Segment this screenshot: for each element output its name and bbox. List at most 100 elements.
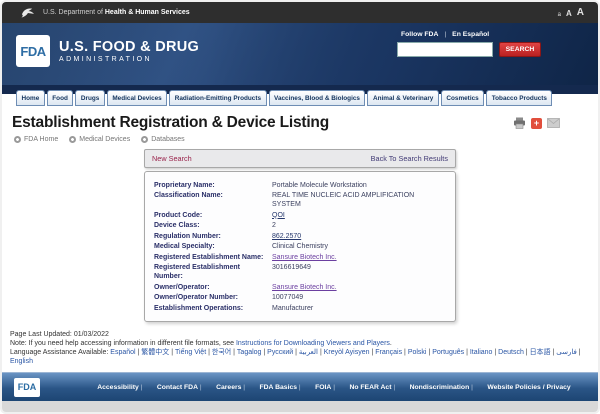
registered-establishment-name-link[interactable]: Sansure Biotech Inc.	[272, 253, 337, 262]
detail-row-owner-operator: Owner/Operator: Sansure Biotech Inc.	[154, 283, 446, 292]
search-input[interactable]	[397, 42, 493, 57]
search-button[interactable]: SEARCH	[499, 42, 541, 57]
hhs-label-prefix: U.S. Department of	[43, 9, 103, 16]
tab-cosmetics[interactable]: Cosmetics	[441, 90, 484, 106]
hhs-label: U.S. Department of Health & Human Servic…	[43, 9, 190, 16]
viewers-players-link[interactable]: Instructions for Downloading Viewers and…	[236, 340, 390, 347]
note-suffix: .	[390, 340, 392, 347]
detail-row-establishment-operations: Establishment Operations: Manufacturer	[154, 304, 446, 313]
hhs-label-bold: Health & Human Services	[105, 9, 190, 16]
hhs-eagle-icon	[20, 6, 35, 19]
breadcrumb-databases[interactable]: Databases	[141, 136, 184, 143]
field-value: Portable Molecule Workstation	[272, 181, 367, 190]
owner-operator-link[interactable]: Sansure Biotech Inc.	[272, 283, 337, 292]
bottom-strip	[2, 401, 598, 412]
lang-italian-link[interactable]: Italiano	[470, 349, 498, 356]
detail-row-product-code: Product Code: QOI	[154, 211, 446, 220]
footer-link-accessibility[interactable]: Accessibility	[97, 384, 142, 391]
font-size-large-button[interactable]: A	[577, 7, 584, 18]
breadcrumb-label: Databases	[151, 136, 184, 143]
fda-logo[interactable]: FDA	[16, 35, 50, 67]
product-code-link[interactable]: QOI	[272, 211, 285, 220]
lang-tagalog-link[interactable]: Tagalog	[237, 349, 267, 356]
tab-food[interactable]: Food	[47, 90, 74, 106]
footer-link-foia[interactable]: FOIA	[315, 384, 335, 391]
tab-drugs[interactable]: Drugs	[75, 90, 104, 106]
print-icon[interactable]	[513, 117, 526, 129]
field-value: 10077049	[272, 293, 303, 302]
tab-animal-veterinary[interactable]: Animal & Veterinary	[367, 90, 438, 106]
tab-home[interactable]: Home	[16, 90, 45, 106]
breadcrumb-fda-home[interactable]: FDA Home	[14, 136, 58, 143]
lang-arabic-link[interactable]: العربية	[299, 349, 324, 356]
field-label: Owner/Operator:	[154, 283, 272, 292]
regulation-number-link[interactable]: 862.2570	[272, 232, 301, 241]
field-label: Medical Specialty:	[154, 242, 272, 251]
tab-medical-devices[interactable]: Medical Devices	[107, 90, 167, 106]
results-toolbar: New Search Back To Search Results	[144, 149, 456, 168]
field-label: Regulation Number:	[154, 232, 272, 241]
fda-logo-group[interactable]: FDA U.S. FOOD & DRUG ADMINISTRATION	[16, 35, 199, 67]
lang-french-link[interactable]: Français	[375, 349, 408, 356]
note-prefix: Note: If you need help accessing informa…	[10, 340, 236, 347]
footer-link-careers[interactable]: Careers	[216, 384, 245, 391]
field-label: Proprietary Name:	[154, 181, 272, 190]
lang-english-link[interactable]: English	[10, 358, 33, 365]
lang-japanese-link[interactable]: 日本語	[530, 349, 557, 356]
tab-tobacco-products[interactable]: Tobacco Products	[486, 90, 552, 106]
results-section: New Search Back To Search Results Propri…	[144, 149, 456, 322]
footer-link-no-fear-act[interactable]: No FEAR Act	[349, 384, 395, 391]
hhs-top-bar: U.S. Department of Health & Human Servic…	[2, 2, 598, 23]
field-label: Device Class:	[154, 221, 272, 230]
breadcrumb: FDA Home Medical Devices Databases	[2, 133, 598, 147]
field-label: Registered Establishment Name:	[154, 253, 272, 262]
footer-nav: Accessibility Contact FDA Careers FDA Ba…	[90, 384, 578, 391]
footer-link-fda-basics[interactable]: FDA Basics	[260, 384, 301, 391]
breadcrumb-bullet-icon	[141, 136, 148, 143]
field-value: 2	[272, 221, 276, 230]
lang-kreyol-link[interactable]: Kreyòl Ayisyen	[324, 349, 376, 356]
breadcrumb-medical-devices[interactable]: Medical Devices	[69, 136, 130, 143]
tab-vaccines-blood-biologics[interactable]: Vaccines, Blood & Biologics	[269, 90, 366, 106]
field-label: Classification Name:	[154, 191, 272, 209]
lang-korean-link[interactable]: 한국어	[212, 349, 237, 356]
tab-radiation-emitting-products[interactable]: Radiation-Emitting Products	[169, 90, 266, 106]
breadcrumb-bullet-icon	[69, 136, 76, 143]
lang-german-link[interactable]: Deutsch	[498, 349, 529, 356]
main-nav: Home Food Drugs Medical Devices Radiatio…	[2, 85, 598, 106]
fda-org-name: U.S. FOOD & DRUG ADMINISTRATION	[59, 39, 199, 63]
field-value: 3016619649	[272, 263, 311, 281]
title-icons: +	[513, 117, 560, 129]
language-label: Language Assistance Available:	[10, 349, 110, 356]
email-envelope-icon[interactable]	[547, 118, 560, 128]
field-value: Manufacturer	[272, 304, 313, 313]
new-search-link[interactable]: New Search	[152, 154, 192, 163]
footer-link-website-policies-privacy[interactable]: Website Policies / Privacy	[487, 384, 570, 391]
footer-fda-logo[interactable]: FDA	[14, 378, 40, 397]
footer-link-nondiscrimination[interactable]: Nondiscrimination	[410, 384, 473, 391]
header-links: Follow FDA | En Español	[401, 31, 543, 38]
font-size-small-button[interactable]: a	[558, 12, 561, 18]
lang-espanol-link[interactable]: Español	[110, 349, 141, 356]
detail-row-regulation-number: Regulation Number: 862.2570	[154, 232, 446, 241]
en-espanol-link[interactable]: En Español	[452, 31, 489, 38]
last-updated: Page Last Updated: 01/03/2022	[10, 330, 598, 339]
field-label: Product Code:	[154, 211, 272, 220]
back-to-search-results-link[interactable]: Back To Search Results	[371, 154, 448, 163]
font-size-medium-button[interactable]: A	[566, 9, 572, 18]
lang-portuguese-link[interactable]: Português	[432, 349, 470, 356]
follow-fda-link[interactable]: Follow FDA	[401, 31, 438, 38]
detail-row-classification-name: Classification Name: REAL TIME NUCLEIC A…	[154, 191, 446, 209]
lang-vietnamese-link[interactable]: Tiếng Việt	[175, 349, 212, 356]
field-label: Registered Establishment Number:	[154, 263, 272, 281]
fda-header: FDA U.S. FOOD & DRUG ADMINISTRATION Foll…	[2, 23, 598, 85]
footer-link-contact-fda[interactable]: Contact FDA	[157, 384, 202, 391]
lang-polish-link[interactable]: Polski	[408, 349, 432, 356]
page-title: Establishment Registration & Device List…	[12, 114, 329, 132]
lang-russian-link[interactable]: Русский	[267, 349, 299, 356]
share-plus-icon[interactable]: +	[531, 118, 542, 129]
detail-row-proprietary-name: Proprietary Name: Portable Molecule Work…	[154, 181, 446, 190]
lang-farsi-link[interactable]: فارسی	[556, 349, 580, 356]
lang-chinese-link[interactable]: 繁體中文	[141, 349, 175, 356]
breadcrumb-label: Medical Devices	[79, 136, 130, 143]
